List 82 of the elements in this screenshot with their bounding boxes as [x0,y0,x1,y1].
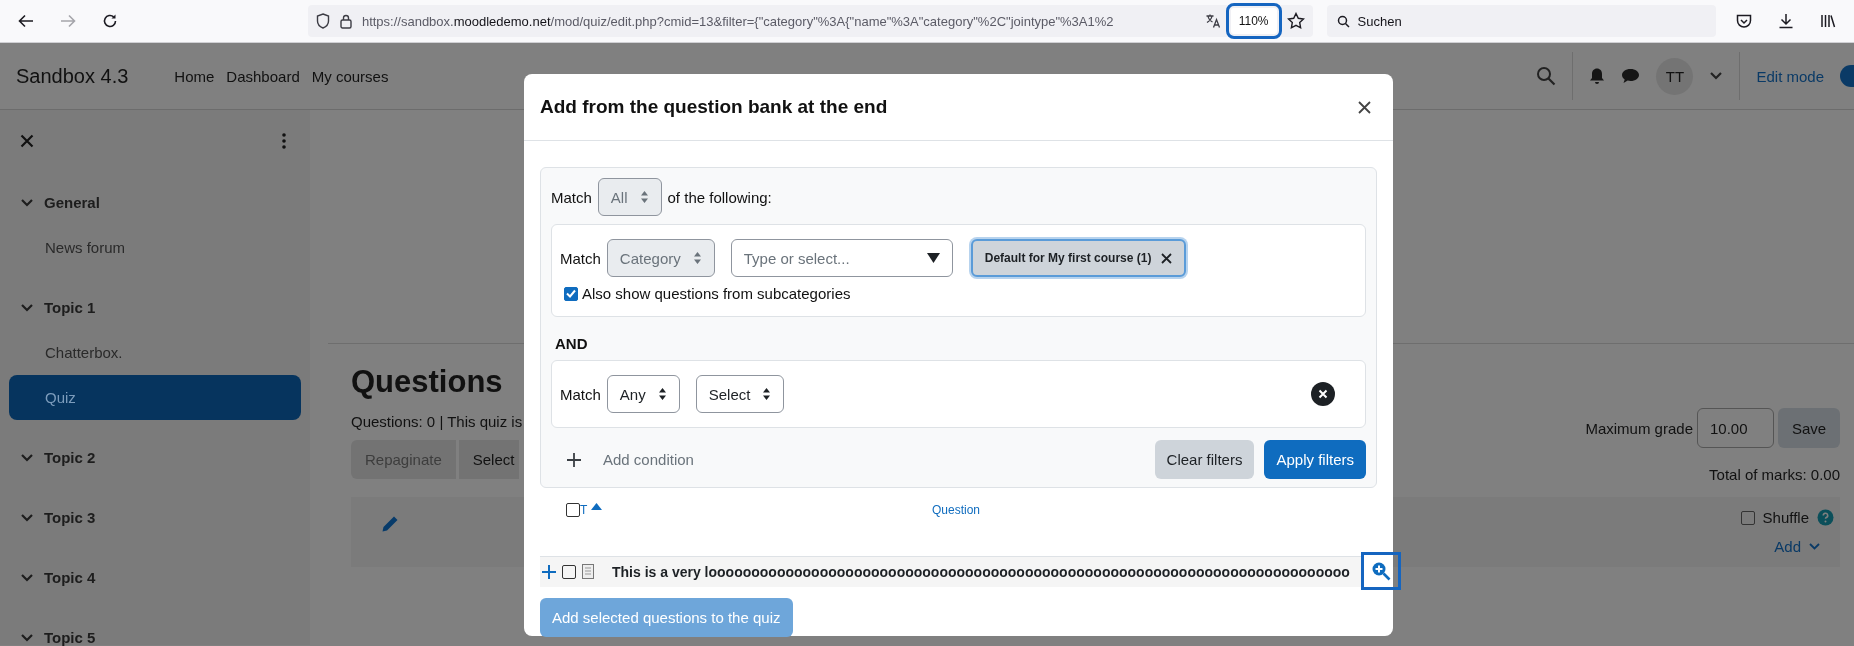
sort-caret-icon [639,190,649,204]
match-label: Match [560,249,601,267]
chevron-down-icon [20,572,34,583]
total-marks-text: Total of marks: 0.00 [1709,466,1840,483]
chevron-down-icon [20,632,34,643]
section-title[interactable]: Topic 2 [44,449,96,466]
checkbox[interactable] [564,286,578,301]
chevron-down-icon [20,452,34,463]
checkbox[interactable] [562,564,576,579]
nav-link[interactable]: My courses [311,67,389,85]
question-row[interactable]: This is a very looooooooooooooooooooooooooooooooooooooooooooooooooooooooooooooooooooooooooo [540,555,1361,587]
section-title[interactable]: Topic 1 [44,299,96,316]
section-title[interactable]: Topic 3 [44,509,96,526]
more-options-icon[interactable] [282,133,286,149]
bell-icon[interactable] [1589,67,1606,85]
save-button[interactable]: Save [1778,408,1840,448]
sidebar-item[interactable]: Chatterbox. [9,330,301,375]
section-title[interactable]: Topic 5 [44,629,96,646]
select-dropdown[interactable]: Any [606,375,680,413]
toggle-switch[interactable] [1840,65,1854,87]
section-title[interactable]: General [44,194,100,211]
sort-caret-icon [762,387,772,401]
chat-bubble-icon[interactable] [1621,68,1641,84]
search-icon [1336,14,1350,28]
chevron-down-icon [1809,543,1820,550]
remove-condition-icon[interactable] [1311,382,1335,406]
search-field[interactable]: Suchen [1326,5,1716,37]
plus-icon [567,452,581,467]
page-heading: Questions [351,363,504,401]
close-icon[interactable] [20,134,34,148]
select-dropdown[interactable]: Select [695,375,785,413]
add-condition-button[interactable]: Add condition [551,451,694,468]
shuffle-label: Shuffle [1762,509,1809,526]
site-brand[interactable]: Sandbox 4.3 [16,64,129,88]
summary-text: Questions: 0 | This quiz is [351,413,523,430]
remove-icon[interactable] [1161,252,1173,264]
clear-filters-button[interactable]: Clear filters [1154,440,1255,479]
checkbox-label: Also show questions from subcategories [582,285,851,302]
add-menu-link[interactable]: Add [1774,538,1820,555]
chevron-down-icon [20,197,34,208]
sort-caret-icon [692,251,702,265]
joiner-label: AND [555,335,589,352]
chevron-down-icon [20,302,34,313]
sort-caret-icon [657,387,667,401]
match-suffix-text: of the following: [667,188,772,206]
address-bar[interactable]: https://sandbox.moodledemo.net/mod/quiz/edit.php?cmid=13&filter={"category"%3A{"name"%3A"category"%2C"jointype"%3A1%2 110% [307,5,1313,37]
column-header[interactable]: Question [932,503,981,517]
sidebar-item[interactable]: Quiz [9,375,301,420]
user-avatar[interactable]: TT [1656,57,1694,95]
apply-filters-button[interactable]: Apply filters [1264,440,1366,479]
preview-zoom-icon[interactable] [1361,552,1401,590]
toolbar-button[interactable]: Select [458,440,519,479]
max-grade-label: Maximum grade [1585,419,1693,437]
chevron-down-icon [20,512,34,523]
section-title[interactable]: Topic 4 [44,569,96,586]
plus-icon[interactable] [542,564,556,579]
checkbox[interactable] [1740,510,1755,525]
column-header[interactable]: T [580,503,603,517]
document-icon [582,564,594,579]
edit-mode-label[interactable]: Edit mode [1756,67,1824,85]
question-text: This is a very looooooooooooooooooooooooooooooooooooooooooooooooooooooooooooooooooooooooooo [612,563,1350,580]
star-icon[interactable] [1286,12,1305,30]
translate-icon[interactable] [1204,13,1221,29]
shield-icon [315,13,330,29]
match-label: Match [551,188,592,206]
max-grade-input[interactable]: 10.00 [1697,408,1774,448]
caret-down-icon [926,253,940,263]
lock-icon [339,13,352,29]
search-icon[interactable] [1536,66,1557,86]
sort-ascending-icon [591,503,603,510]
chevron-down-icon [1709,71,1724,81]
url-text: https://sandbox.moodledemo.net/mod/quiz/edit.php?cmid=13&filter={"category"%3A{"name"%3A"category"%2C"jointype"%3A1%2 [361,13,1115,29]
match-label: Match [560,385,601,403]
close-icon[interactable] [1358,100,1371,114]
nav-link[interactable]: Dashboard [226,67,300,85]
select-all-checkbox[interactable] [566,503,580,517]
sidebar-item[interactable]: News forum [9,225,301,270]
dialog-title: Add from the question bank at the end [540,96,888,118]
category-search-field[interactable]: Type or select... [730,239,953,277]
nav-link[interactable]: Home [174,67,215,85]
selected-category-tag[interactable]: Default for My first course (1) [970,239,1187,277]
pencil-icon[interactable] [381,515,399,533]
